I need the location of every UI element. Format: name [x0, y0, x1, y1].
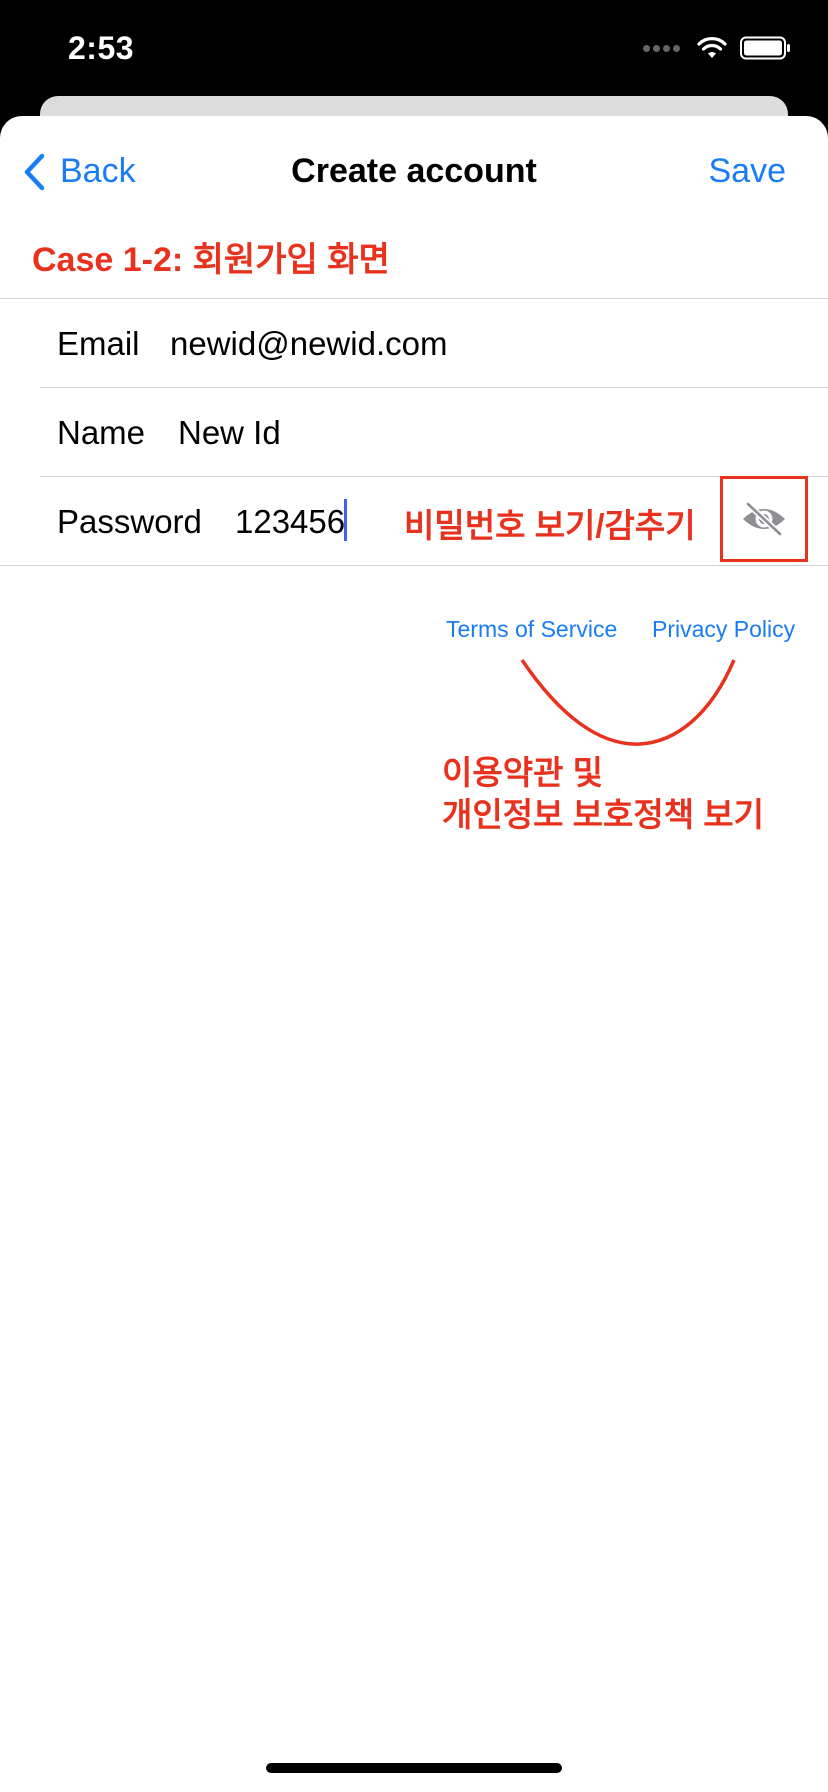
chevron-left-icon [24, 153, 45, 190]
email-row: Email newid@newid.com [0, 299, 828, 387]
annotation-arc [520, 659, 736, 746]
password-toggle-annotation: 비밀번호 보기/감추기 [404, 507, 696, 544]
create-account-sheet: Back Create account Save Case 1-2: 회원가입 … [0, 116, 828, 1792]
eye-slash-icon [743, 501, 785, 537]
links-annotation: 이용약관 및 개인정보 보호정책 보기 [442, 752, 764, 836]
save-button[interactable]: Save [709, 152, 787, 191]
email-label: Email [57, 325, 140, 362]
battery-icon [740, 36, 790, 60]
terms-of-service-link[interactable]: Terms of Service [446, 616, 617, 643]
email-field[interactable]: newid@newid.com [170, 325, 447, 363]
privacy-policy-link[interactable]: Privacy Policy [652, 616, 795, 643]
status-bar: 2:53 [0, 0, 828, 96]
password-label: Password [57, 503, 202, 540]
signal-icon [643, 44, 680, 52]
name-field[interactable]: New Id [178, 414, 281, 452]
password-row: Password 123456 비밀번호 보기/감추기 [0, 476, 828, 565]
text-cursor [344, 499, 347, 541]
name-row: Name New Id [0, 388, 828, 476]
case-label: Case 1-2: 회원가입 화면 [32, 241, 390, 279]
name-label: Name [57, 414, 146, 451]
links-annotation-line2: 개인정보 보호정책 보기 [442, 796, 764, 833]
status-icons [643, 36, 792, 60]
divider [0, 565, 828, 566]
back-label: Back [60, 152, 136, 190]
status-time: 2:53 [68, 30, 135, 66]
wifi-icon [697, 37, 727, 58]
account-form: Email newid@newid.com Name New Id Passwo… [0, 298, 828, 566]
password-visibility-toggle[interactable] [720, 476, 808, 562]
password-field[interactable]: 123456 [235, 503, 345, 541]
home-indicator[interactable] [266, 1763, 562, 1773]
back-button[interactable]: Back [22, 152, 136, 191]
links-annotation-line1: 이용약관 및 [442, 754, 603, 791]
